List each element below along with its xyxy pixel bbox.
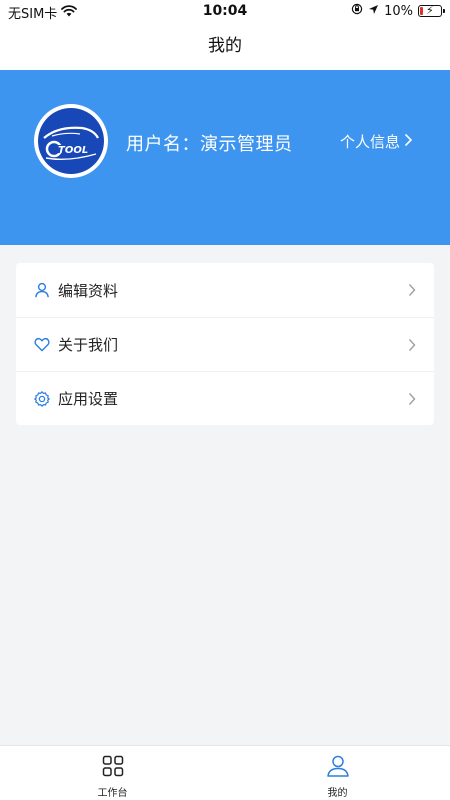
menu-item-label: 关于我们 bbox=[58, 336, 119, 354]
profile-header: TOOL 用户名：演示管理员 个人信息 bbox=[0, 70, 450, 245]
user-icon bbox=[34, 282, 50, 298]
orientation-lock-icon bbox=[351, 3, 363, 19]
battery-icon: ⚡ bbox=[418, 4, 445, 17]
tab-workbench[interactable]: 工作台 bbox=[0, 746, 225, 800]
menu-item-about-us[interactable]: 关于我们 bbox=[16, 317, 434, 371]
page-title: 我的 bbox=[208, 36, 242, 56]
chevron-right-icon bbox=[408, 391, 416, 410]
chevron-right-icon bbox=[404, 133, 413, 151]
location-icon bbox=[368, 4, 379, 19]
heart-icon bbox=[34, 337, 50, 353]
battery-percent: 10% bbox=[384, 3, 413, 19]
chevron-right-icon bbox=[408, 337, 416, 356]
menu-item-app-settings[interactable]: 应用设置 bbox=[16, 371, 434, 425]
menu-item-edit-profile[interactable]: 编辑资料 bbox=[16, 263, 434, 317]
tab-bar: 工作台 我的 bbox=[0, 745, 450, 800]
nav-bar: 我的 bbox=[0, 24, 450, 70]
status-right: 10% ⚡ bbox=[351, 3, 445, 19]
grid-icon bbox=[102, 755, 124, 781]
settings-menu: 编辑资料 关于我们 应用设置 bbox=[16, 263, 434, 425]
personal-info-label: 个人信息 bbox=[339, 133, 400, 151]
status-bar: 无SIM卡 10:04 10% ⚡ bbox=[0, 0, 450, 24]
tab-mine[interactable]: 我的 bbox=[225, 746, 450, 800]
tab-label: 工作台 bbox=[97, 788, 128, 799]
svg-text:TOOL: TOOL bbox=[58, 145, 88, 156]
tab-label: 我的 bbox=[327, 788, 348, 799]
user-icon bbox=[326, 755, 350, 781]
avatar[interactable]: TOOL bbox=[34, 104, 108, 178]
app-logo-icon: TOOL bbox=[38, 108, 104, 174]
menu-item-label: 编辑资料 bbox=[58, 281, 119, 300]
username: 用户名：演示管理员 bbox=[126, 134, 293, 155]
chevron-right-icon bbox=[408, 282, 416, 301]
personal-info-link[interactable]: 个人信息 bbox=[340, 131, 413, 152]
menu-item-label: 应用设置 bbox=[58, 390, 119, 408]
gear-icon bbox=[34, 390, 50, 407]
